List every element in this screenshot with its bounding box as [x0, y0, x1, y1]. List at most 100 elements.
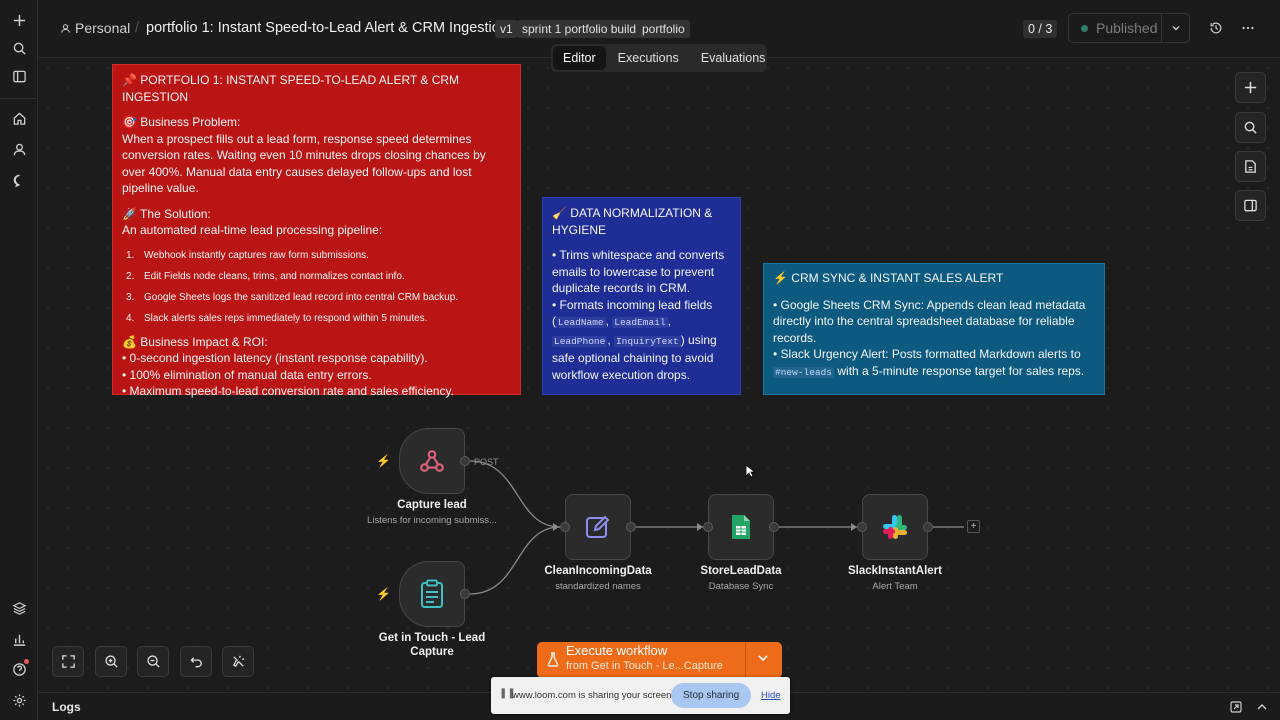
field-code: LeadEmail — [612, 317, 668, 328]
evaluation-counter: 0 / 3 — [1023, 20, 1058, 38]
history-icon[interactable] — [1206, 18, 1226, 38]
note-bullet: • Trims whitespace and converts emails t… — [552, 248, 725, 295]
output-handle[interactable] — [460, 589, 470, 599]
help-icon[interactable] — [8, 658, 30, 680]
channel-code: #new-leads — [773, 366, 835, 378]
google-sheets-icon — [732, 515, 750, 539]
execute-label: Execute workflow — [566, 643, 668, 658]
view-tabs: Editor Executions Evaluations — [551, 44, 767, 72]
execute-workflow-button[interactable]: Execute workflow from Get in Touch - Le.… — [537, 642, 782, 678]
node-store-lead-data[interactable] — [708, 494, 774, 560]
toggle-panel-button[interactable] — [1235, 190, 1266, 221]
zoom-in-icon — [104, 655, 118, 668]
field-code: InquiryText — [613, 335, 681, 347]
search-nodes-button[interactable] — [1235, 112, 1266, 143]
more-options-icon[interactable] — [1238, 18, 1258, 38]
chevron-down-icon[interactable] — [1161, 14, 1189, 42]
sticky-note-overview[interactable]: 📌 PORTFOLIO 1: INSTANT SPEED-TO-LEAD ALE… — [112, 64, 521, 398]
settings-gear-icon[interactable] — [8, 689, 30, 711]
search-icon[interactable] — [8, 37, 30, 59]
field-code: LeadPhone — [552, 335, 608, 347]
breadcrumb-personal-label: Personal — [75, 20, 131, 36]
input-handle[interactable] — [560, 522, 570, 532]
webhook-method-label: POST — [474, 457, 499, 467]
node-title: Get in Touch - Lead Capture — [378, 632, 486, 658]
breadcrumb-personal[interactable]: Personal — [60, 20, 130, 36]
fit-view-button[interactable] — [52, 646, 84, 677]
output-handle[interactable] — [769, 522, 779, 532]
tag-sprint[interactable]: sprint 1 portfolio build — [517, 20, 642, 38]
chevron-up-icon[interactable] — [1256, 701, 1268, 713]
execute-sublabel: from Get in Touch - Le...Capture — [566, 660, 723, 672]
node-capture-lead[interactable] — [399, 428, 465, 494]
note-bullet: • Google Sheets CRM Sync: Appends clean … — [773, 297, 1086, 345]
output-handle[interactable] — [460, 456, 470, 466]
breadcrumb-separator: / — [135, 19, 140, 36]
tab-executions[interactable]: Executions — [608, 46, 689, 70]
impact-heading: 💰 Business Impact & ROI: — [122, 334, 268, 349]
stop-sharing-button[interactable]: Stop sharing — [671, 683, 752, 708]
undo-button[interactable] — [180, 646, 212, 677]
sticky-note-crm-sync[interactable]: ⚡ CRM SYNC & INSTANT SALES ALERT • Googl… — [763, 263, 1105, 395]
mouse-cursor-icon — [745, 464, 755, 478]
plus-icon — [1244, 81, 1257, 94]
zoom-out-button[interactable] — [137, 646, 169, 677]
solution-steps: 1. Webhook instantly captures raw form su… — [122, 245, 511, 329]
fit-view-icon — [61, 655, 75, 668]
flask-icon — [547, 652, 559, 667]
node-subtitle: Database Sync — [708, 581, 774, 592]
chat-icon[interactable] — [8, 169, 30, 191]
impact-item: • 100% elimination of manual data entry … — [122, 367, 372, 382]
status-dot — [1081, 24, 1088, 32]
output-handle[interactable] — [923, 522, 933, 532]
input-handle[interactable] — [703, 522, 713, 532]
publish-label: Published — [1096, 20, 1158, 36]
list-item: 4. Slack alerts sales reps immediately to… — [126, 312, 428, 324]
node-title: SlackInstantAlert — [848, 565, 942, 577]
sticky-note-normalization[interactable]: 🧹 DATA NORMALIZATION & HYGIENE • Trims w… — [542, 197, 741, 395]
tab-evaluations[interactable]: Evaluations — [691, 46, 776, 70]
note-title: ⚡ CRM SYNC & INSTANT SALES ALERT — [773, 271, 1004, 285]
node-slack-instant-alert[interactable] — [862, 494, 928, 560]
insights-icon[interactable] — [8, 628, 30, 650]
tag-portfolio[interactable]: portfolio — [637, 20, 690, 38]
publish-button[interactable]: Published — [1068, 13, 1190, 43]
tidy-up-button[interactable] — [222, 646, 254, 677]
hide-link[interactable]: Hide — [761, 690, 781, 701]
add-icon[interactable] — [8, 9, 30, 31]
screen-share-banner: ❚❚ www.loom.com is sharing your screen. … — [491, 677, 790, 714]
user-icon[interactable] — [8, 138, 30, 160]
node-clean-incoming-data[interactable] — [565, 494, 631, 560]
node-subtitle: standardized names — [555, 581, 641, 592]
tab-editor[interactable]: Editor — [553, 46, 606, 70]
add-sticky-note-button[interactable] — [1235, 151, 1266, 182]
search-icon — [1244, 121, 1257, 134]
node-title: StoreLeadData — [700, 565, 782, 577]
chevron-down-icon[interactable] — [756, 651, 770, 665]
solution-heading: 🚀 The Solution: — [122, 206, 211, 221]
problem-text: When a prospect fills out a lead form, r… — [122, 131, 486, 196]
home-icon[interactable] — [8, 107, 30, 129]
add-node-icon[interactable]: + — [967, 520, 980, 533]
note-title: 🧹 DATA NORMALIZATION & HYGIENE — [552, 206, 713, 237]
node-subtitle: Listens for incoming submiss... — [367, 515, 497, 526]
tag-version[interactable]: v1 — [495, 20, 518, 38]
output-handle[interactable] — [626, 522, 636, 532]
workflow-title[interactable]: portfolio 1: Instant Speed-to-Lead Alert… — [146, 20, 508, 36]
add-node-button[interactable] — [1235, 72, 1266, 103]
trigger-bolt-icon: ⚡ — [376, 587, 391, 601]
sticky-note-icon — [1245, 160, 1256, 173]
webhook-icon — [420, 450, 444, 472]
field-code: LeadName — [556, 317, 606, 328]
node-form-trigger[interactable] — [399, 561, 465, 627]
note-bullet: • Formats incoming lead fields (LeadName… — [552, 297, 717, 382]
zoom-out-icon — [146, 655, 160, 668]
templates-icon[interactable] — [8, 597, 30, 619]
zoom-in-button[interactable] — [95, 646, 127, 677]
pop-out-icon[interactable] — [1230, 701, 1242, 713]
trigger-bolt-icon: ⚡ — [376, 454, 391, 468]
input-handle[interactable] — [857, 522, 867, 532]
list-item: 1. Webhook instantly captures raw form su… — [126, 249, 369, 261]
panel-icon — [1244, 199, 1257, 212]
sidebar-toggle-icon[interactable] — [8, 65, 30, 87]
